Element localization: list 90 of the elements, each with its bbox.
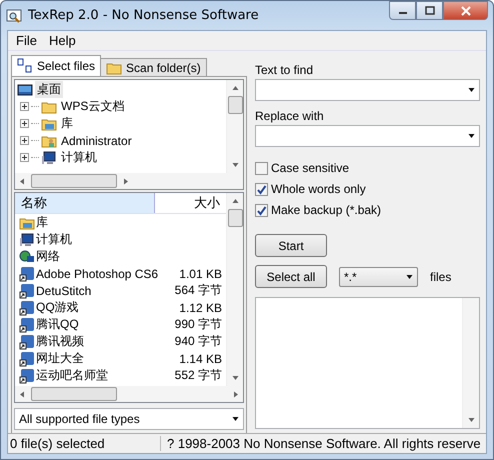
maximize-icon <box>424 6 434 15</box>
file-name[interactable]: 运动吧名师堂 <box>36 367 174 384</box>
close-icon <box>460 6 472 16</box>
expand-icon[interactable] <box>20 136 29 145</box>
file-size: 940 字节 <box>174 333 222 350</box>
vertical-scrollbar[interactable] <box>462 298 479 428</box>
down-arrow-icon <box>232 162 238 168</box>
tree-item[interactable]: 库 <box>59 115 75 132</box>
right-arrow-icon <box>123 178 129 184</box>
scrollbar-thumb[interactable] <box>228 96 242 114</box>
files-icon <box>17 58 33 74</box>
field-label: Text to find <box>255 63 314 77</box>
maximize-button[interactable] <box>416 1 443 20</box>
shortcut-icon <box>19 334 35 350</box>
vertical-scrollbar[interactable] <box>226 80 243 173</box>
file-name[interactable]: 腾讯QQ <box>36 316 174 333</box>
down-arrow-icon <box>232 375 238 381</box>
close-button[interactable] <box>443 1 488 20</box>
checkbox-label: Case sensitive <box>271 161 350 175</box>
status-text: 0 file(s) selected <box>8 436 161 451</box>
replace-field[interactable] <box>255 125 480 147</box>
tab[interactable]: Scan folder(s) <box>100 58 207 76</box>
shortcut-icon <box>19 282 35 298</box>
expand-icon[interactable] <box>20 153 29 162</box>
checkbox[interactable] <box>255 162 268 174</box>
scrollbar-thumb[interactable] <box>31 174 117 188</box>
left-arrow-icon <box>19 390 25 398</box>
network-icon <box>19 248 35 264</box>
computer-icon <box>19 232 35 248</box>
tree-item[interactable]: 桌面 <box>35 81 63 98</box>
column-header[interactable]: 大小 <box>155 193 226 213</box>
checkbox[interactable] <box>255 182 268 196</box>
find-field[interactable] <box>255 79 480 101</box>
checkbox[interactable] <box>255 204 268 216</box>
minimize-button[interactable] <box>389 1 416 20</box>
menu-item[interactable]: File <box>10 32 43 49</box>
file-name[interactable]: DetuStitch <box>36 284 174 298</box>
shortcut-icon <box>19 316 35 332</box>
file-size: 552 字节 <box>174 367 222 384</box>
tree-item[interactable]: Administrator <box>59 134 134 148</box>
expand-icon[interactable] <box>20 119 29 128</box>
horizontal-scrollbar[interactable] <box>15 173 243 189</box>
up-arrow-icon <box>232 85 238 91</box>
file-name[interactable]: Adobe Photoshop CS6 <box>36 266 178 280</box>
computer-icon <box>41 150 57 166</box>
file-name[interactable]: 库 <box>36 214 222 231</box>
right-arrow-icon <box>233 390 239 398</box>
menu-item[interactable]: Help <box>42 32 82 49</box>
file-name[interactable]: 网址大全 <box>36 350 178 367</box>
file-size: 990 字节 <box>174 316 222 333</box>
desktop-icon <box>17 82 33 98</box>
down-arrow-icon <box>468 417 474 423</box>
tree-item[interactable]: 计算机 <box>59 149 99 166</box>
scrollbar-thumb[interactable] <box>228 209 242 227</box>
caret-icon <box>468 133 475 139</box>
file-size: 564 字节 <box>174 282 222 299</box>
file-size: 1.12 KB <box>179 300 222 314</box>
vertical-scrollbar[interactable] <box>226 193 243 386</box>
left-arrow-icon <box>19 178 25 184</box>
horizontal-scrollbar[interactable] <box>15 386 243 402</box>
tab[interactable]: Select files <box>11 55 102 76</box>
shortcut-icon <box>19 300 35 316</box>
shortcut-icon <box>19 368 35 384</box>
shortcut-icon <box>19 266 35 282</box>
caret-icon <box>406 274 413 280</box>
files-label: files <box>430 270 452 284</box>
shortcut-icon <box>19 350 35 366</box>
caret-icon <box>232 416 239 422</box>
start-button[interactable]: Start <box>255 234 327 257</box>
status-text: ? 1998-2003 No Nonsense Software. All rights reserve <box>166 436 481 451</box>
file-name[interactable]: 网络 <box>36 248 222 265</box>
up-arrow-icon <box>232 198 238 204</box>
tree-item[interactable]: WPS云文档 <box>59 98 126 115</box>
expand-icon[interactable] <box>20 102 29 111</box>
file-type-dropdown[interactable]: All supported file types <box>14 408 244 430</box>
caret-icon <box>468 87 475 93</box>
file-size: 1.01 KB <box>179 266 222 280</box>
file-size: 1.14 KB <box>179 352 222 366</box>
checkbox-label: Make backup (*.bak) <box>271 203 382 217</box>
file-mask-dropdown[interactable]: *.* <box>339 266 418 286</box>
scrollbar-thumb[interactable] <box>31 387 117 401</box>
file-name[interactable]: QQ游戏 <box>36 299 178 316</box>
select-all-button[interactable]: Select all <box>255 265 327 288</box>
magnifier-icon <box>6 8 22 24</box>
file-name[interactable]: 计算机 <box>36 231 222 248</box>
checkbox-label: Whole words only <box>271 182 366 196</box>
field-label: Replace with <box>255 109 325 123</box>
column-header[interactable]: 名称 <box>15 193 155 213</box>
window-title: TexRep 2.0 - No Nonsense Software <box>28 8 260 23</box>
file-name[interactable]: 腾讯视频 <box>36 333 174 350</box>
